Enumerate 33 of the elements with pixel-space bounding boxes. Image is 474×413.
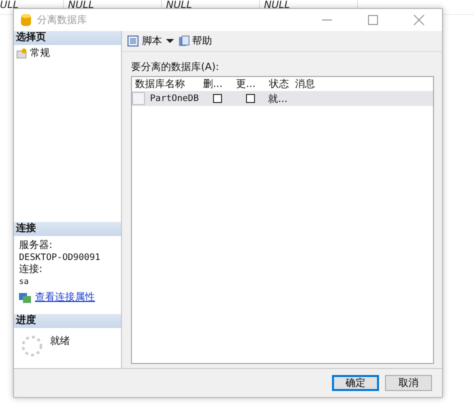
book-icon bbox=[178, 35, 190, 47]
column-header: 数据库名称 bbox=[134, 78, 186, 91]
sidebar-item[interactable]: 常规 bbox=[14, 45, 52, 61]
user-name: sa bbox=[19, 277, 30, 287]
page-icon bbox=[16, 48, 28, 58]
connection-label: 连接: bbox=[19, 264, 44, 276]
row-selector[interactable] bbox=[132, 92, 145, 105]
properties-icon bbox=[19, 292, 31, 302]
view-connection-properties-link[interactable]: 查看连接属性 bbox=[35, 290, 95, 304]
ok-button[interactable]: 确定 bbox=[332, 375, 379, 391]
script-button[interactable]: 脚本 bbox=[126, 33, 163, 49]
section-header: 连接 bbox=[14, 222, 121, 236]
server-label: 服务器: bbox=[19, 240, 54, 252]
window-title: 分离数据库 bbox=[37, 14, 87, 27]
column-header: 消息 bbox=[294, 78, 316, 91]
help-button[interactable]: 帮助 bbox=[177, 33, 213, 49]
column-header: 删... bbox=[202, 78, 224, 91]
column-header: 状态 bbox=[268, 78, 290, 91]
checkbox[interactable] bbox=[246, 94, 254, 103]
column-header: 更... bbox=[235, 78, 257, 91]
progress-status: 就绪 bbox=[50, 334, 70, 348]
table-cell-text: 就... bbox=[267, 92, 289, 106]
server-name: DESKTOP-OD90091 bbox=[19, 253, 102, 263]
checkbox[interactable] bbox=[212, 94, 222, 103]
dropdown-caret-icon[interactable] bbox=[166, 38, 174, 44]
script-icon bbox=[127, 35, 140, 47]
section-header: 进度 bbox=[14, 314, 121, 328]
spinner-icon bbox=[20, 334, 44, 358]
table-cell-text: PartOneDB bbox=[149, 94, 199, 104]
section-header: 选择页 bbox=[14, 31, 121, 45]
database-icon bbox=[20, 13, 32, 27]
cancel-button[interactable]: 取消 bbox=[385, 375, 432, 391]
databases-label: 要分离的数据库(A): bbox=[131, 60, 220, 74]
